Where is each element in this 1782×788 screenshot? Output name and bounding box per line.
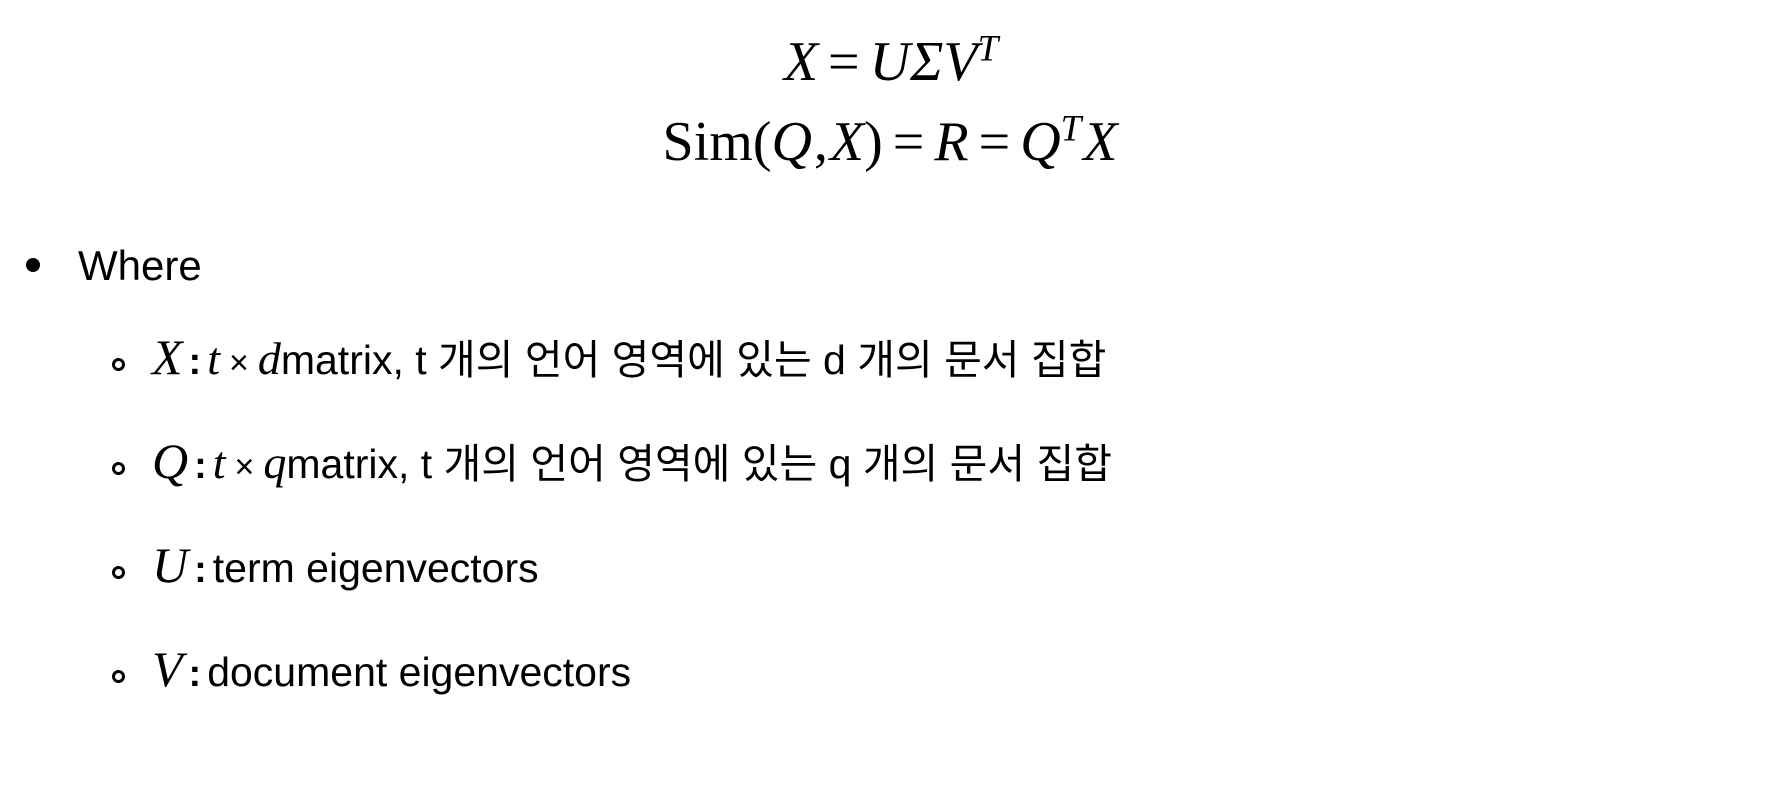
- definition-Q-variable: Q: [152, 433, 189, 489]
- multiplication-sign-icon: ×: [228, 344, 249, 382]
- definition-X-variable: X: [152, 329, 183, 385]
- equation-1-u: U: [869, 31, 911, 93]
- bullet-definition-U: U: term eigenvectors: [0, 536, 1782, 640]
- equation-2-open-paren: (: [752, 111, 772, 173]
- equation-2-equals-1: =: [892, 111, 925, 173]
- definition-V-variable: V: [152, 641, 183, 697]
- definition-Q-colon: :: [194, 445, 207, 487]
- equation-2-transpose: T: [1060, 107, 1082, 149]
- bullet-definition-Q-content: Q: t × qmatrix, t 개의 언어 영역에 있는 q 개의 문서 집합: [152, 432, 1782, 496]
- equation-2-x: X: [1083, 111, 1118, 173]
- bullet-definition-X: X: t × dmatrix, t 개의 언어 영역에 있는 d 개의 문서 집합: [0, 328, 1782, 432]
- equation-1-equals: =: [828, 31, 860, 93]
- equation-2-arg2: X: [829, 111, 865, 173]
- hollow-circle-icon: [112, 566, 125, 579]
- bullet-definition-V-content: V: document eigenvectors: [152, 640, 1782, 703]
- bullet-definition-V: V: document eigenvectors: [0, 640, 1782, 744]
- equation-similarity: Sim(Q,X) = R = QTX: [0, 109, 1782, 173]
- equation-2-equals-2: =: [978, 111, 1011, 173]
- hollow-circle-icon: [112, 358, 125, 371]
- equation-2-q: Q: [1020, 111, 1061, 173]
- multiplication-sign-icon: ×: [234, 448, 255, 486]
- definition-X-description: matrix, t 개의 언어 영역에 있는 d 개의 문서 집합: [280, 337, 1107, 383]
- filled-disc-icon: [26, 258, 40, 272]
- definition-Q-description: matrix, t 개의 언어 영역에 있는 q 개의 문서 집합: [286, 441, 1112, 487]
- bullet-definition-X-content: X: t × dmatrix, t 개의 언어 영역에 있는 d 개의 문서 집합: [152, 328, 1782, 392]
- hollow-circle-icon: [112, 670, 125, 683]
- definition-U-variable: U: [152, 537, 189, 593]
- equation-1-v: V: [943, 31, 978, 93]
- equation-svd-decomposition: X = UΣVT: [0, 29, 1782, 93]
- definition-Q-cols: q: [263, 437, 287, 488]
- equation-2-function-name: Sim: [662, 111, 753, 173]
- bullet-definition-Q: Q: t × qmatrix, t 개의 언어 영역에 있는 q 개의 문서 집합: [0, 432, 1782, 536]
- equation-1-transpose: T: [977, 27, 999, 69]
- definition-U-colon: :: [194, 549, 207, 591]
- definition-Q-rows: t: [212, 437, 226, 488]
- equation-2-r: R: [934, 111, 969, 173]
- hollow-circle-icon: [112, 462, 125, 475]
- definition-X-cols: d: [257, 333, 281, 384]
- definition-X-rows: t: [207, 333, 220, 384]
- bullet-where-label: Where: [78, 242, 202, 289]
- definition-X-colon: :: [188, 341, 202, 383]
- bullet-list: Where X: t × dmatrix, t 개의 언어 영역에 있는 d 개의 문…: [0, 242, 1782, 744]
- equation-2-close-paren: ): [864, 111, 883, 173]
- equation-2-arg1: Q: [771, 111, 812, 173]
- slide-canvas: X = UΣVT Sim(Q,X) = R = QTX Where X: t × dmatrix,…: [0, 0, 1782, 788]
- definition-V-colon: :: [188, 653, 202, 695]
- definition-U-description: term eigenvectors: [212, 545, 539, 591]
- equation-2-comma: ,: [813, 111, 828, 173]
- definition-V-description: document eigenvectors: [207, 649, 632, 695]
- bullet-definition-U-content: U: term eigenvectors: [152, 536, 1782, 599]
- equation-block: X = UΣVT Sim(Q,X) = R = QTX: [0, 29, 1782, 173]
- equation-1-sigma: Σ: [910, 31, 944, 93]
- bullet-where: Where: [0, 242, 1782, 328]
- equation-1-lhs: X: [783, 31, 819, 93]
